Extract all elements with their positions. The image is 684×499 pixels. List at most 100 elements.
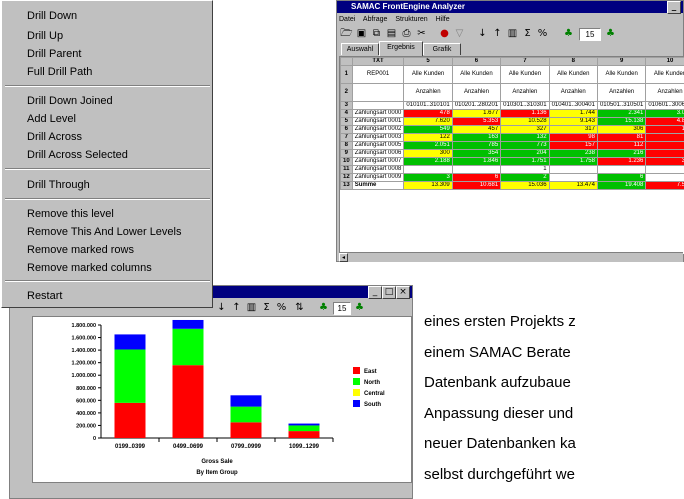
row-number[interactable]: 1 — [340, 65, 353, 84]
value-cell[interactable]: 157 — [548, 141, 598, 150]
value-cell[interactable]: 3 — [403, 173, 453, 182]
value-cell[interactable]: 216 — [596, 149, 647, 158]
sort-asc-icon[interactable]: ↓ — [475, 27, 490, 41]
value-cell[interactable]: 151 — [645, 125, 684, 134]
row-number[interactable]: 11 — [340, 165, 353, 174]
minimize-button[interactable]: _ — [667, 1, 681, 14]
value-cell[interactable]: 773 — [500, 141, 550, 150]
chart-maximize-icon[interactable]: □ — [382, 286, 396, 299]
value-cell[interactable]: 98 — [548, 133, 598, 142]
table-cell[interactable]: 010301..310301 — [500, 101, 550, 110]
row-label[interactable]: Zahlungsart 0001 — [351, 117, 405, 126]
row-number[interactable]: 6 — [340, 125, 353, 134]
corner-cell[interactable] — [340, 57, 353, 66]
value-cell[interactable]: 17 — [645, 149, 684, 158]
table-row[interactable]: 11 Zahlungsart 0008 1 — [340, 165, 684, 174]
table-cell[interactable]: 010101..310101 — [403, 101, 453, 110]
table-row[interactable]: 6Zahlungsart 0002549457327317306151 — [340, 125, 684, 134]
value-cell[interactable]: 81 — [596, 133, 647, 142]
paste-icon[interactable]: ▤ — [384, 27, 399, 41]
menu-item-drill-down[interactable]: Drill Down — [27, 9, 77, 23]
row-number[interactable]: 3 — [340, 101, 353, 110]
table-row[interactable]: 2 Anzahlen Anzahlen Anzahlen Anzahlen Anzahle… — [340, 83, 684, 102]
value-cell[interactable]: 13.474 — [548, 181, 598, 190]
filter-icon[interactable]: ▽ — [452, 27, 467, 41]
row-label[interactable]: Zahlungsart 0007 — [351, 157, 405, 166]
column-header[interactable]: 10 — [645, 57, 684, 66]
chart-close-icon[interactable]: × — [396, 286, 410, 299]
value-cell[interactable] — [645, 165, 684, 174]
value-cell[interactable]: 122 — [403, 133, 453, 142]
row-label[interactable]: Zahlungsart 0000 — [351, 109, 405, 118]
delete-icon[interactable]: ▥ — [244, 301, 259, 315]
menu-item-restart[interactable]: Restart — [27, 289, 62, 303]
row-label[interactable]: Zahlungsart 0003 — [351, 133, 405, 142]
value-cell[interactable]: 1.751 — [500, 157, 550, 166]
value-cell[interactable]: 9.143 — [548, 117, 598, 126]
table-cell[interactable] — [351, 83, 405, 102]
cut-icon[interactable]: ✂ — [414, 27, 429, 41]
value-cell[interactable]: 354 — [451, 149, 502, 158]
value-cell[interactable]: 1.758 — [548, 157, 598, 166]
row-label[interactable]: Zahlungsart 0006 — [351, 149, 405, 158]
traffic-light-icon[interactable]: ♣ — [561, 27, 576, 41]
value-cell[interactable]: 5.353 — [451, 117, 502, 126]
value-cell[interactable]: 1.744 — [548, 109, 598, 118]
table-cell[interactable]: Anzahlen — [500, 83, 550, 102]
grid-horizontal-scrollbar[interactable]: ◂ — [339, 252, 683, 262]
open-folder-icon[interactable]: 🗁 — [339, 27, 354, 41]
row-number[interactable]: 2 — [340, 83, 353, 102]
value-cell[interactable] — [548, 165, 598, 174]
table-row[interactable]: 4 Zahlungsart 0000 478 1.677 1.136 1.744 2.341… — [340, 109, 684, 118]
table-row[interactable]: 8Zahlungsart 00052.05178577315711239 — [340, 141, 684, 150]
percent-icon[interactable]: % — [535, 27, 550, 41]
value-cell[interactable] — [403, 165, 453, 174]
value-cell[interactable]: 10.681 — [451, 181, 502, 190]
row-label[interactable]: Zahlungsart 0009 — [351, 173, 405, 182]
value-cell[interactable]: 47 — [645, 133, 684, 142]
row-label[interactable]: Zahlungsart 0002 — [351, 125, 405, 134]
table-cell[interactable]: Alle Kunden — [645, 65, 684, 84]
value-cell[interactable]: 2.051 — [403, 141, 453, 150]
column-header[interactable]: 5 — [403, 57, 453, 66]
value-cell[interactable]: 4.864 — [645, 117, 684, 126]
row-label[interactable]: Zahlungsart 0008 — [351, 165, 405, 174]
tab-auswahl[interactable]: Auswahl — [341, 43, 379, 55]
table-row[interactable]: 13Summe13.30910.68115.03613.47419.4087.5… — [340, 181, 684, 190]
tab-grafik[interactable]: Grafik — [423, 43, 461, 55]
row-label[interactable]: Summe — [351, 181, 405, 190]
delete-icon[interactable]: ▥ — [505, 27, 520, 41]
table-cell[interactable]: Alle Kunden — [500, 65, 550, 84]
value-cell[interactable]: 163 — [451, 133, 502, 142]
value-cell[interactable]: 39 — [645, 141, 684, 150]
row-number[interactable]: 8 — [340, 141, 353, 150]
row-number[interactable]: 7 — [340, 133, 353, 142]
value-cell[interactable]: 7.620 — [403, 117, 453, 126]
value-cell[interactable]: 330 — [645, 157, 684, 166]
table-cell[interactable]: Alle Kunden — [596, 65, 647, 84]
row-number[interactable]: 12 — [340, 173, 353, 182]
value-cell[interactable]: 306 — [596, 125, 647, 134]
menu-item-remove-this-level[interactable]: Remove this level — [27, 207, 114, 221]
table-cell[interactable]: Anzahlen — [548, 83, 598, 102]
table-cell[interactable]: Anzahlen — [645, 83, 684, 102]
row-number[interactable]: 5 — [340, 117, 353, 126]
table-cell[interactable]: Alle Kunden — [451, 65, 502, 84]
copy-icon[interactable]: ⧉ — [369, 27, 384, 41]
table-row[interactable]: 12 Zahlungsart 0009 3 6 2 6 — [340, 173, 684, 182]
value-cell[interactable] — [451, 165, 502, 174]
traffic-light-settings-icon[interactable]: ♣ — [352, 301, 367, 315]
print-icon[interactable]: ⎙ — [399, 27, 414, 41]
value-cell[interactable]: 19.408 — [596, 181, 647, 190]
table-cell[interactable]: Anzahlen — [596, 83, 647, 102]
menu-item-drill-across[interactable]: Drill Across — [27, 130, 82, 144]
analyzer-title-bar[interactable]: SAMAC FrontEngine Analyzer _ — [337, 1, 683, 14]
column-header[interactable]: 6 — [451, 57, 502, 66]
value-cell[interactable]: 2.341 — [596, 109, 647, 118]
table-cell[interactable]: 010401..300401 — [548, 101, 598, 110]
sum-icon[interactable]: Σ — [520, 27, 535, 41]
menu-item-remove-lower-levels[interactable]: Remove This And Lower Levels — [27, 225, 182, 239]
value-cell[interactable]: 7.523 — [645, 181, 684, 190]
sort-asc-icon[interactable]: ↓ — [214, 301, 229, 315]
value-cell[interactable]: 1.846 — [451, 157, 502, 166]
